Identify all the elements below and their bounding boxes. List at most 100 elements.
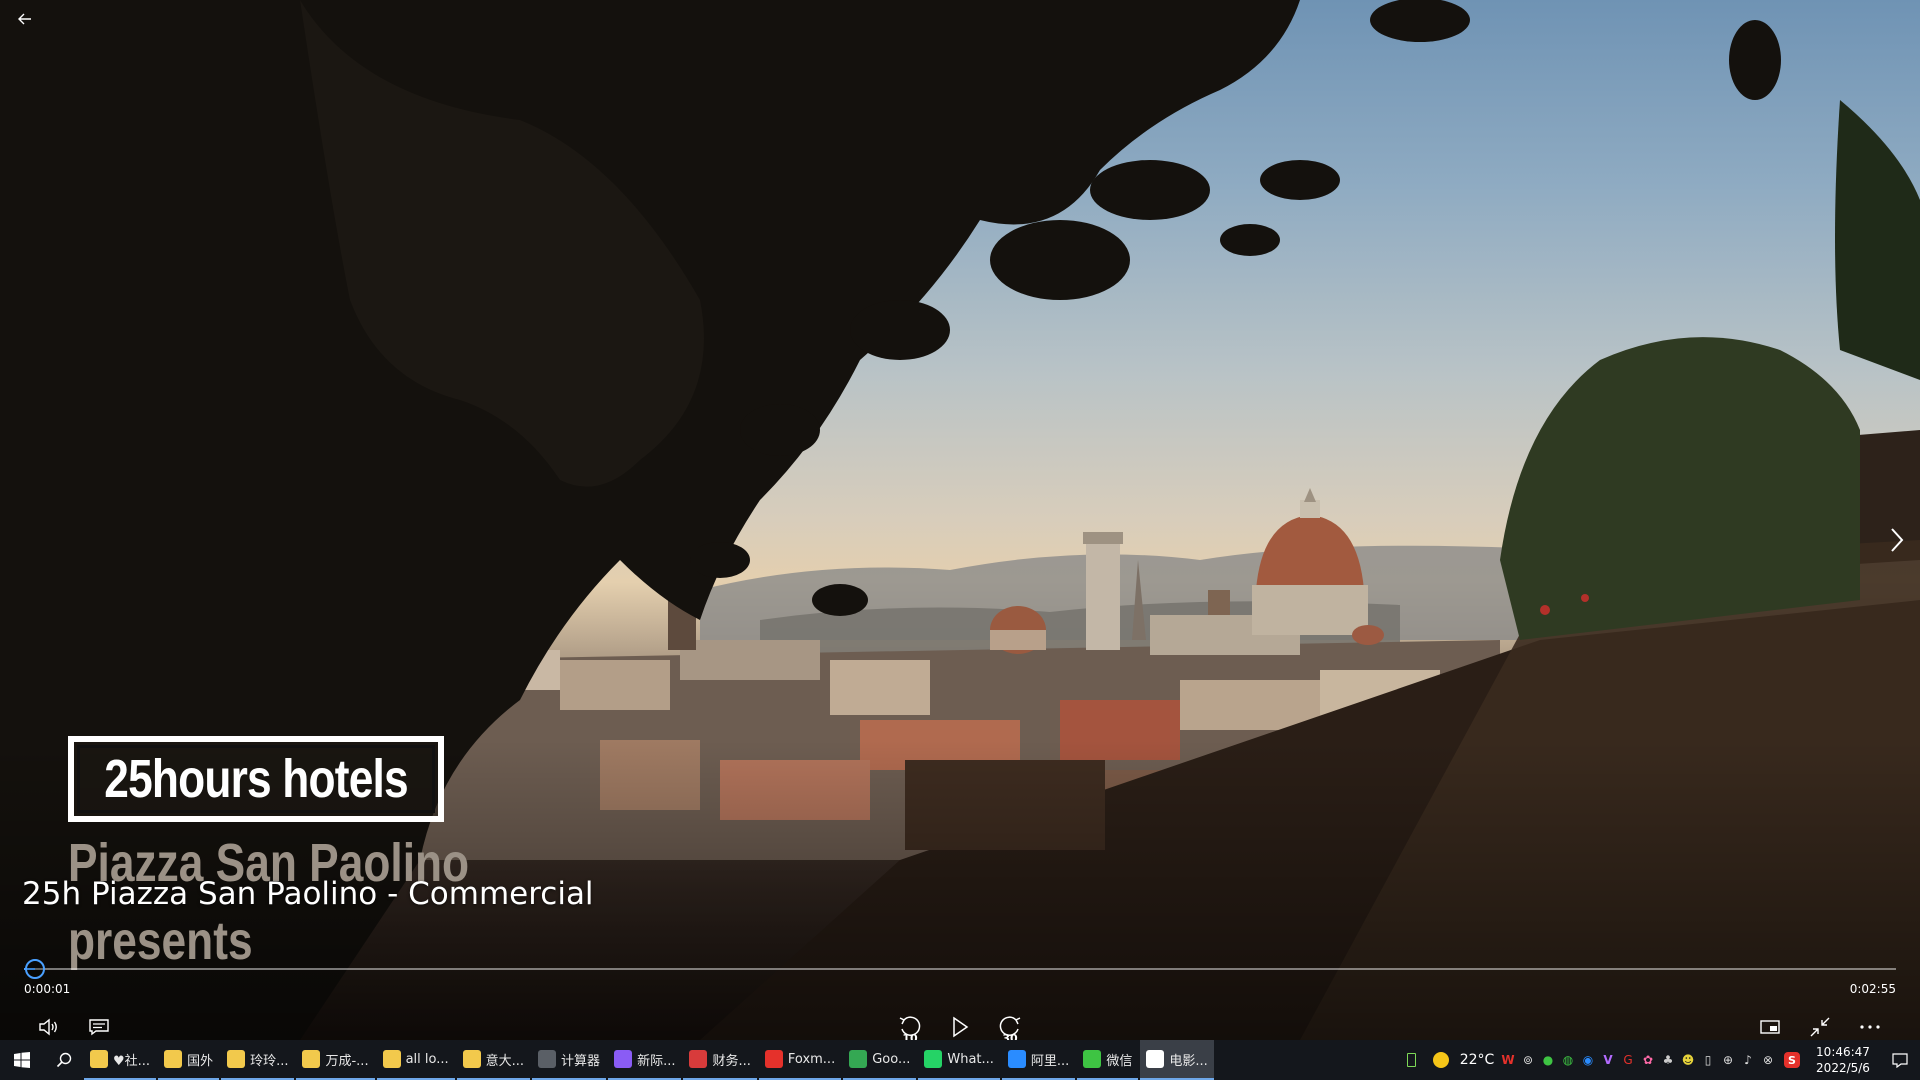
next-button[interactable] [1882,520,1912,560]
wechat-icon [1083,1050,1102,1068]
captions-button[interactable] [82,1010,116,1044]
taskbar-app-12[interactable]: 阿里... [1001,1040,1076,1080]
search-icon [56,1052,72,1068]
taskbar-app-label: 电影... [1169,1053,1208,1069]
more-options-button[interactable] [1853,1010,1887,1044]
taskbar-app-label: 计算器 [561,1053,601,1069]
notification-icon [1892,1053,1908,1068]
taskbar-app-label: What... [947,1051,994,1067]
play-button[interactable] [943,1010,977,1044]
browser-icon [614,1050,633,1068]
taskbar-app-label: 国外 [187,1053,214,1069]
arrow-left-icon [18,13,31,25]
taskbar-app-label: Goo... [872,1051,911,1067]
weather-temp[interactable]: 22°C [1456,1040,1498,1080]
skip-back-button[interactable]: 10 [893,1010,927,1045]
media-title: 25h Piazza San Paolino - Commercial [22,876,594,912]
taskbar-app-label: Foxm... [787,1051,836,1067]
folder-icon [382,1050,401,1068]
duration-time: 0:02:55 [1849,982,1896,996]
usb-icon[interactable]: ▯ [1698,1040,1718,1080]
taskbar-app-11[interactable]: What... [918,1040,1000,1080]
taskbar-app-label: 阿里... [1030,1053,1070,1069]
play-icon [953,1016,969,1038]
folder-icon [227,1050,246,1068]
windows-icon [14,1052,30,1068]
video-brand-box: 25hours hotels [68,736,444,822]
taskbar-app-9[interactable]: Foxm... [758,1040,842,1080]
wechat-work-icon[interactable]: ◍ [1558,1040,1578,1080]
clock[interactable]: 10:46:47 2022/5/6 [1806,1044,1880,1076]
taskbar: ♥社... 国外 玲玲... 万成-... all lo... 意大... 计算器 新际...… [0,1040,1920,1080]
video-caption-line2: presents [68,911,253,971]
mini-view-button[interactable] [1753,1010,1787,1044]
taskbar-app-label: 新际... [637,1053,676,1069]
taskbar-app-7[interactable]: 新际... [608,1040,682,1080]
folder-icon [462,1050,481,1068]
folder-icon [302,1050,321,1068]
seek-bar[interactable] [24,959,1896,979]
vpn-icon[interactable]: V [1598,1040,1618,1080]
movies-icon [1146,1050,1165,1068]
taskbar-app-2[interactable]: 玲玲... [221,1040,295,1080]
app-tray-icon-1[interactable]: ✿ [1638,1040,1658,1080]
skip-forward-button[interactable]: 30 [993,1010,1027,1045]
volume-button[interactable] [32,1010,66,1044]
wechat-tray-icon[interactable]: ● [1538,1040,1558,1080]
close-circle-icon[interactable]: ⊗ [1758,1040,1778,1080]
captions-icon [89,1019,109,1036]
taskbar-app-4[interactable]: all lo... [376,1040,455,1080]
sogou-icon[interactable]: S [1778,1040,1806,1080]
chrome-icon [849,1050,868,1068]
folder-icon [164,1050,183,1068]
link-icon[interactable]: ⊚ [1518,1040,1538,1080]
finance-icon [689,1050,708,1068]
whatsapp-icon [924,1050,943,1068]
app-tray-icon-2[interactable]: ♣ [1658,1040,1678,1080]
taskbar-apps: ♥社... 国外 玲玲... 万成-... all lo... 意大... 计算器 新际...… [84,1040,1216,1080]
taskbar-app-label: 意大... [485,1053,525,1069]
app-tray-icon-3[interactable]: ☻ [1678,1040,1698,1080]
taskbar-app-label: 玲玲... [250,1053,289,1069]
taskbar-app-label: all lo... [405,1051,449,1067]
current-time: 0:00:01 [24,982,71,996]
taskbar-app-6[interactable]: 计算器 [532,1040,607,1080]
taskbar-app-label: ♥社... [113,1053,151,1069]
clock-date: 2022/5/6 [1816,1061,1870,1075]
taskbar-app-10[interactable]: Goo... [843,1040,917,1080]
weather-icon[interactable] [1426,1040,1456,1080]
clock-time: 10:46:47 [1816,1045,1870,1059]
taskbar-app-0[interactable]: ♥社... [84,1040,157,1080]
taskbar-app-1[interactable]: 国外 [158,1040,220,1080]
taskbar-app-13[interactable]: 微信 [1077,1040,1139,1080]
aliwangwang-icon [1007,1050,1026,1068]
wps-icon[interactable]: W [1498,1040,1518,1080]
taskbar-app-label: 微信 [1106,1053,1133,1069]
volume-icon [39,1018,57,1036]
back-button[interactable] [10,4,40,34]
seek-track [24,968,1896,970]
start-button[interactable] [0,1040,44,1080]
system-tray: 22°C W ⊚ ● ◍ ◉ V G ✿ ♣ ☻ ▯ ⊕ ♪ ⊗ S 10:46… [1396,1040,1920,1080]
exit-fullscreen-icon [1810,1017,1830,1037]
taskbar-app-5[interactable]: 意大... [456,1040,531,1080]
aliwangwang-tray-icon[interactable]: ◉ [1578,1040,1598,1080]
taskbar-app-8[interactable]: 财务... [683,1040,757,1080]
notification-button[interactable] [1880,1040,1920,1080]
exit-fullscreen-button[interactable] [1803,1010,1837,1044]
taskbar-app-label: 财务... [712,1053,751,1069]
mini-view-icon [1760,1020,1780,1034]
chevron-right-icon [1891,528,1904,552]
battery-app-icon[interactable] [1396,1040,1426,1080]
taskbar-app-label: 万成-... [325,1053,369,1069]
foxmail-tray-icon[interactable]: G [1618,1040,1638,1080]
search-button[interactable] [44,1040,84,1080]
more-icon [1860,1025,1880,1029]
video-brand-text: 25hours hotels [104,749,408,809]
speaker-icon[interactable]: ♪ [1738,1040,1758,1080]
network-icon[interactable]: ⊕ [1718,1040,1738,1080]
folder-icon [90,1050,108,1068]
calculator-icon [538,1050,557,1068]
taskbar-app-14[interactable]: 电影... [1140,1040,1214,1080]
taskbar-app-3[interactable]: 万成-... [296,1040,375,1080]
